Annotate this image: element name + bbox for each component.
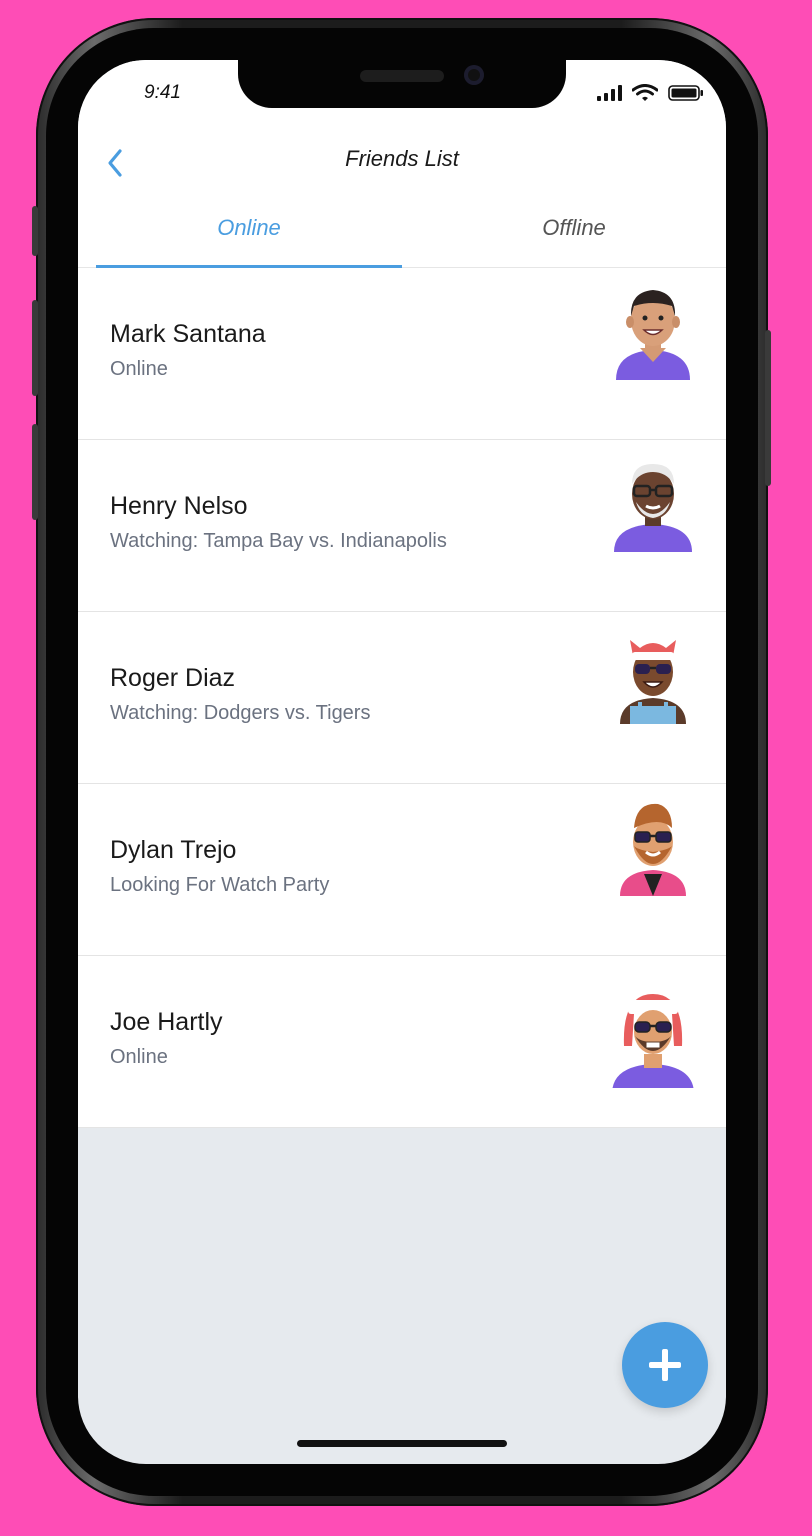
friend-row[interactable]: Henry Nelso Watching: Tampa Bay vs. Indi…: [78, 440, 726, 612]
friend-status: Watching: Dodgers vs. Tigers: [110, 702, 371, 724]
battery-icon: [668, 85, 703, 101]
page-title: Friends List: [345, 146, 459, 171]
mute-switch: [32, 206, 38, 256]
notch: [238, 60, 566, 108]
tab-online[interactable]: Online: [96, 215, 402, 241]
friends-list: Mark Santana Online Henry Nelso Watching…: [78, 268, 726, 1128]
screen: 9:41 Friends List Online Offline Mark Sa…: [78, 60, 726, 1464]
friend-status: Online: [110, 358, 168, 380]
add-friend-button[interactable]: [622, 1322, 708, 1408]
volume-up-button: [32, 300, 38, 396]
plus-icon: [649, 1349, 681, 1381]
friend-row[interactable]: Dylan Trejo Looking For Watch Party: [78, 784, 726, 956]
status-icons: [597, 84, 704, 102]
friend-status: Looking For Watch Party: [110, 874, 330, 896]
speaker: [360, 70, 444, 82]
avatar-icon: [612, 994, 694, 1088]
power-button: [765, 330, 771, 486]
avatar-icon: [616, 290, 690, 380]
avatar-icon: [620, 803, 686, 896]
volume-down-button: [32, 424, 38, 520]
avatar-icon: [614, 464, 692, 552]
tab-offline[interactable]: Offline: [422, 215, 726, 241]
friend-row[interactable]: Mark Santana Online: [78, 268, 726, 440]
friend-row[interactable]: Joe Hartly Online: [78, 956, 726, 1128]
friend-name: Mark Santana: [110, 320, 266, 348]
friend-row[interactable]: Roger Diaz Watching: Dodgers vs. Tigers: [78, 612, 726, 784]
friend-name: Dylan Trejo: [110, 836, 237, 864]
friend-name: Joe Hartly: [110, 1008, 223, 1036]
friend-name: Roger Diaz: [110, 664, 236, 692]
friend-status: Watching: Tampa Bay vs. Indianapolis: [110, 530, 447, 552]
status-time: 9:41: [144, 82, 181, 103]
avatar-icon: [620, 640, 686, 724]
cellular-signal-icon: [597, 85, 622, 101]
wifi-icon: [632, 84, 658, 101]
friend-name: Henry Nelso: [110, 492, 248, 520]
home-indicator[interactable]: [297, 1440, 507, 1447]
front-camera: [464, 65, 484, 85]
friend-status: Online: [110, 1046, 168, 1068]
